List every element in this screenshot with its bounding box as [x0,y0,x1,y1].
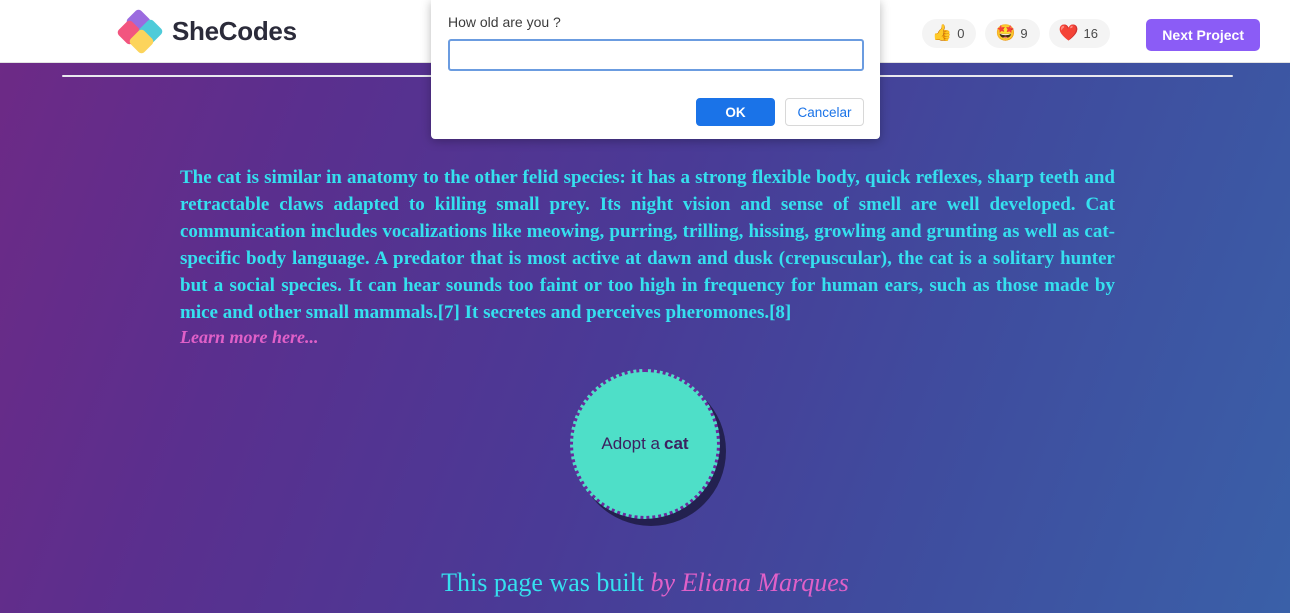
page-footer: This page was built by Eliana Marques [0,568,1290,598]
reaction-thumbs-up[interactable]: 👍 0 [922,19,977,48]
dialog-message: How old are you ? [448,14,561,30]
star-struck-count: 9 [1020,26,1028,41]
logo-text: SheCodes [172,15,297,46]
page-root: SheCodes 👍 0 🤩 9 ❤️ 16 Next Project The … [0,0,1290,613]
heart-count: 16 [1083,26,1098,41]
dialog-cancel-button[interactable]: Cancelar [785,98,864,126]
dialog-button-row: OK Cancelar [696,98,864,126]
next-project-button[interactable]: Next Project [1146,19,1260,51]
adopt-button-container: Adopt a cat [0,369,1290,519]
browser-prompt-dialog: How old are you ? OK Cancelar [431,0,880,139]
reactions-group: 👍 0 🤩 9 ❤️ 16 [922,19,1110,48]
article-section: The cat is similar in anatomy to the oth… [180,164,1115,348]
thumbs-up-icon: 👍 [932,24,953,42]
thumbs-up-count: 0 [957,26,965,41]
article-paragraph: The cat is similar in anatomy to the oth… [180,167,1115,323]
main-content: The cat is similar in anatomy to the oth… [0,63,1290,613]
adopt-button-highlight: cat [664,434,689,453]
dialog-text-input[interactable] [448,39,864,71]
reaction-heart[interactable]: ❤️ 16 [1048,19,1110,48]
adopt-a-cat-button[interactable]: Adopt a cat [570,369,720,519]
heart-icon: ❤️ [1058,24,1079,42]
learn-more-link[interactable]: Learn more here... [180,327,319,348]
adopt-button-prefix: Adopt a [601,434,661,453]
star-struck-face-icon: 🤩 [995,24,1016,42]
shecodes-logo[interactable]: SheCodes [116,8,297,55]
dialog-ok-button[interactable]: OK [696,98,775,126]
reaction-star-struck[interactable]: 🤩 9 [985,19,1040,48]
footer-prefix: This page was built [441,568,645,597]
shecodes-logo-icon [116,8,164,55]
footer-author: by Eliana Marques [650,568,849,597]
